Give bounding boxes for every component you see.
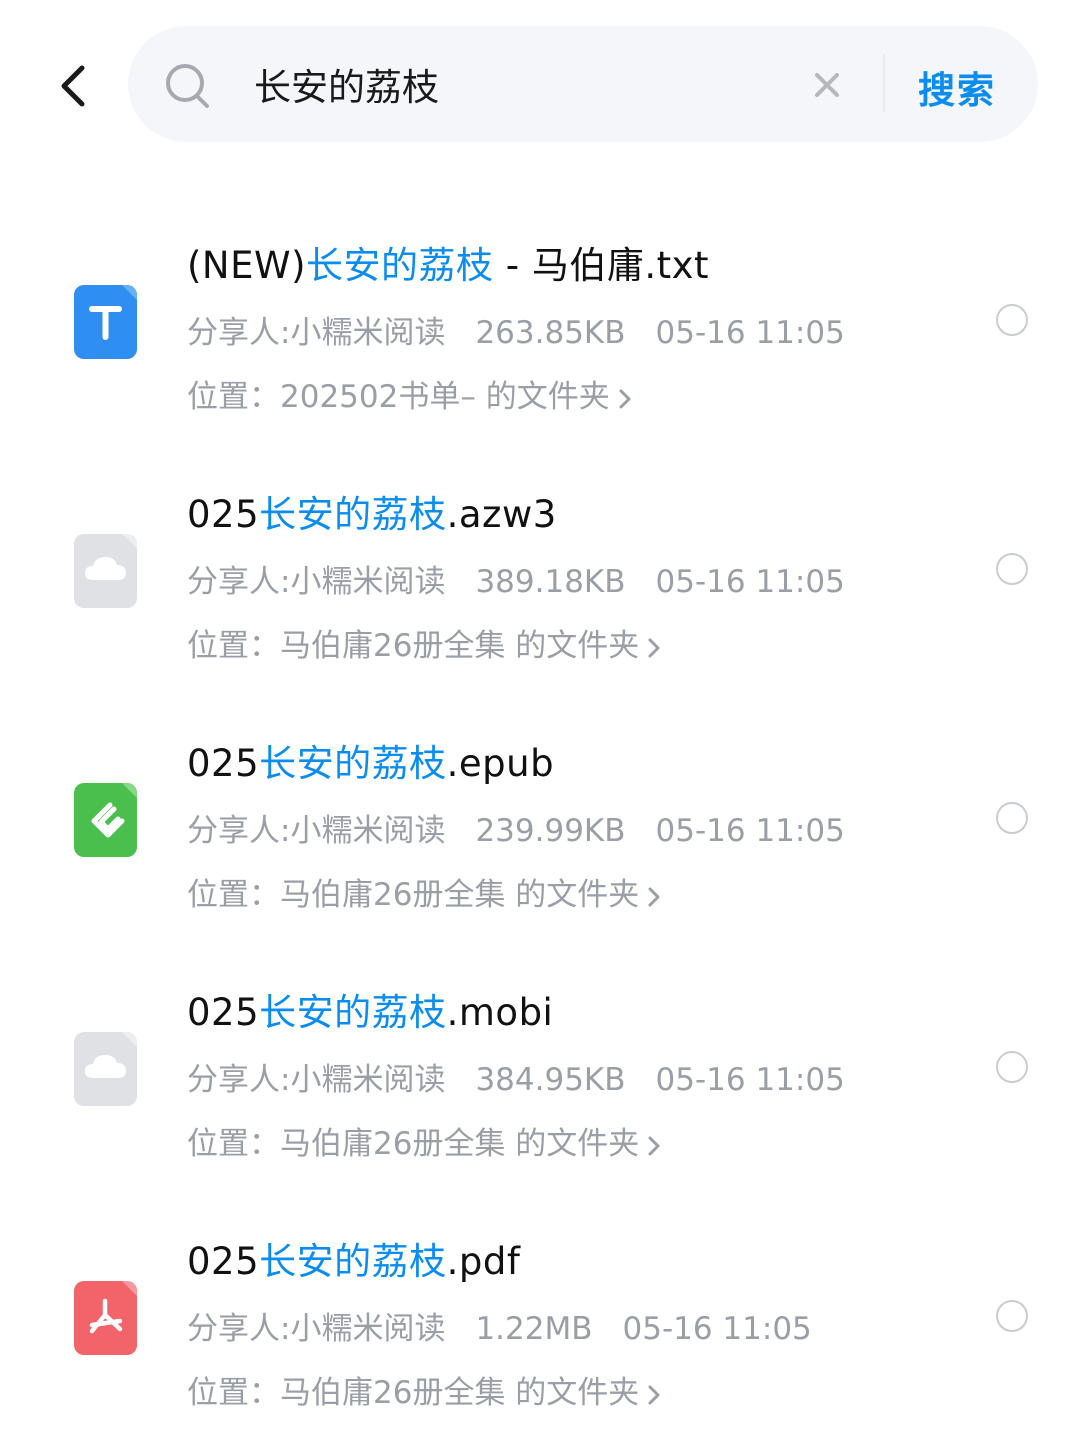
cloud-file-icon (74, 534, 137, 608)
txt-file-icon (74, 285, 137, 359)
location-text: 位置：马伯庸26册全集 的文件夹 (187, 628, 640, 664)
file-name-suffix: .mobi (446, 991, 554, 1034)
file-meta: 分享人:小糯米阅读 1.22MB 05-16 11:05 (187, 1303, 812, 1348)
location-text: 位置：马伯庸26册全集 的文件夹 (187, 1375, 640, 1411)
location-link[interactable]: 位置：202502书单– 的文件夹 (187, 371, 632, 416)
file-meta: 分享人:小糯米阅读 239.99KB 05-16 11:05 (187, 805, 845, 850)
sharer-label: 分享人:小糯米阅读 (187, 1062, 446, 1098)
location-text: 位置：马伯庸26册全集 的文件夹 (187, 1126, 640, 1162)
file-name-prefix: 025 (187, 1240, 260, 1283)
pdf-file-icon (74, 1281, 137, 1355)
file-name-highlight: 长安的荔枝 (259, 493, 447, 536)
file-name-prefix: 025 (187, 493, 260, 536)
select-radio[interactable] (996, 802, 1028, 834)
select-radio[interactable] (996, 553, 1028, 585)
file-meta: 分享人:小糯米阅读 263.85KB 05-16 11:05 (187, 307, 845, 352)
clear-icon[interactable] (812, 70, 842, 100)
file-time: 05-16 11:05 (655, 564, 845, 600)
location-text: 位置：马伯庸26册全集 的文件夹 (187, 877, 640, 913)
file-row[interactable]: (NEW)长安的荔枝 - 马伯庸.txt 分享人:小糯米阅读 263.85KB 05… (0, 205, 1080, 454)
file-row[interactable]: 025长安的荔枝.azw3 分享人:小糯米阅读 389.18KB 05-16 11:… (0, 454, 1080, 703)
file-size: 384.95KB (475, 1062, 626, 1098)
file-name-suffix: .pdf (446, 1240, 521, 1283)
chevron-right-icon (648, 887, 660, 906)
location-link[interactable]: 位置：马伯庸26册全集 的文件夹 (187, 1367, 661, 1412)
file-row[interactable]: 025长安的荔枝.mobi 分享人:小糯米阅读 384.95KB 05-16 11:… (0, 952, 1080, 1201)
epub-file-icon (74, 783, 137, 857)
file-name-highlight: 长安的荔枝 (259, 742, 447, 785)
chevron-right-icon (648, 638, 660, 657)
select-radio[interactable] (996, 1051, 1028, 1083)
file-meta: 分享人:小糯米阅读 384.95KB 05-16 11:05 (187, 1054, 845, 1099)
location-text: 位置：202502书单– 的文件夹 (187, 379, 610, 415)
sharer-label: 分享人:小糯米阅读 (187, 564, 446, 600)
search-icon (166, 64, 209, 108)
search-button[interactable]: 搜索 (918, 60, 996, 114)
file-name: (NEW)长安的荔枝 - 马伯庸.txt (187, 235, 709, 289)
file-time: 05-16 11:05 (622, 1311, 812, 1347)
file-size: 239.99KB (475, 813, 626, 849)
select-radio[interactable] (996, 304, 1028, 336)
file-name-highlight: 长安的荔枝 (306, 244, 494, 287)
file-time: 05-16 11:05 (655, 315, 845, 351)
file-name-highlight: 长安的荔枝 (259, 991, 447, 1034)
back-button[interactable] (50, 58, 100, 114)
file-name: 025长安的荔枝.mobi (187, 982, 553, 1036)
location-link[interactable]: 位置：马伯庸26册全集 的文件夹 (187, 620, 661, 665)
search-result-list: (NEW)长安的荔枝 - 马伯庸.txt 分享人:小糯米阅读 263.85KB 05… (0, 205, 1080, 1450)
chevron-right-icon (648, 1136, 660, 1155)
file-name: 025长安的荔枝.epub (187, 733, 554, 787)
file-name-prefix: (NEW) (187, 244, 307, 287)
divider (883, 54, 885, 112)
file-name-highlight: 长安的荔枝 (259, 1240, 447, 1283)
file-name-prefix: 025 (187, 742, 260, 785)
file-row[interactable]: 025长安的荔枝.epub 分享人:小糯米阅读 239.99KB 05-16 11:… (0, 703, 1080, 952)
cloud-file-icon (74, 1032, 137, 1106)
sharer-label: 分享人:小糯米阅读 (187, 813, 446, 849)
file-name: 025长安的荔枝.pdf (187, 1231, 520, 1285)
file-size: 263.85KB (475, 315, 626, 351)
file-name-suffix: .azw3 (446, 493, 557, 536)
file-row[interactable]: 025长安的荔枝.pdf 分享人:小糯米阅读 1.22MB 05-16 11:05 … (0, 1201, 1080, 1450)
file-name: 025长安的荔枝.azw3 (187, 484, 557, 538)
search-bar: 搜索 (128, 26, 1038, 142)
file-name-prefix: 025 (187, 991, 260, 1034)
file-name-suffix: - 马伯庸.txt (493, 244, 710, 287)
file-time: 05-16 11:05 (655, 1062, 845, 1098)
sharer-label: 分享人:小糯米阅读 (187, 315, 446, 351)
chevron-right-icon (648, 1385, 660, 1404)
sharer-label: 分享人:小糯米阅读 (187, 1311, 446, 1347)
search-header: 搜索 (0, 0, 1080, 170)
file-size: 1.22MB (475, 1311, 593, 1347)
chevron-left-icon (61, 65, 85, 107)
chevron-right-icon (619, 389, 631, 408)
file-time: 05-16 11:05 (655, 813, 845, 849)
file-size: 389.18KB (475, 564, 626, 600)
file-meta: 分享人:小糯米阅读 389.18KB 05-16 11:05 (187, 556, 845, 601)
location-link[interactable]: 位置：马伯庸26册全集 的文件夹 (187, 869, 661, 914)
file-name-suffix: .epub (446, 742, 555, 785)
location-link[interactable]: 位置：马伯庸26册全集 的文件夹 (187, 1118, 661, 1163)
select-radio[interactable] (996, 1300, 1028, 1332)
search-input[interactable] (254, 54, 774, 114)
